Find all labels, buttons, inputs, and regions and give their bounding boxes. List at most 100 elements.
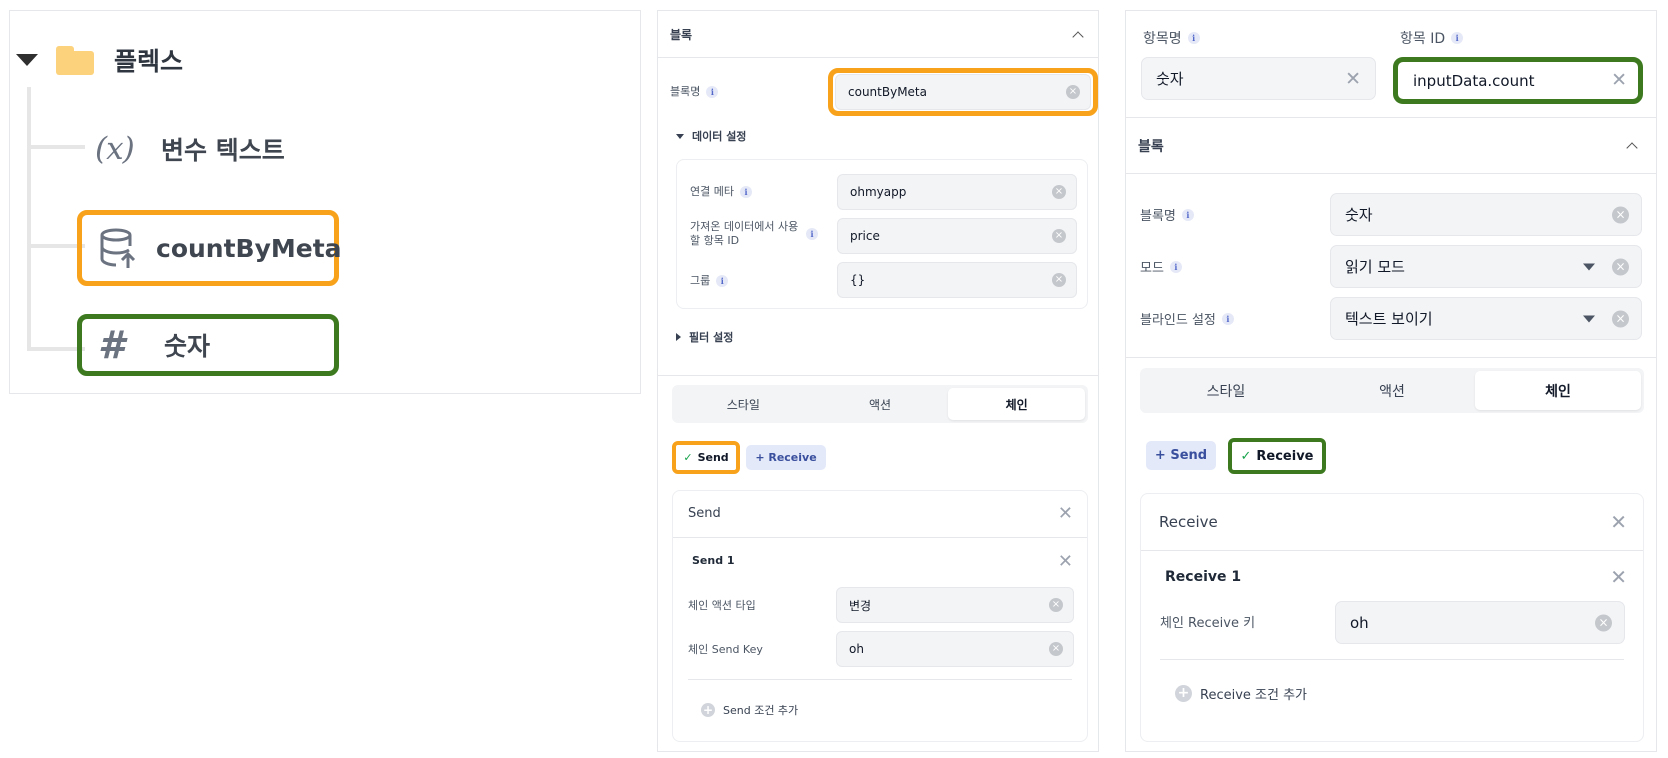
tab-bar: 스타일 액션 체인 (1140, 368, 1644, 413)
folder-icon (56, 45, 94, 75)
section-title: 블록 (670, 27, 693, 42)
caret-down-icon[interactable] (1583, 263, 1595, 270)
plus-circle-icon: + (1175, 685, 1192, 702)
close-icon[interactable]: ✕ (1058, 505, 1073, 523)
tree-item-label: 숫자 (164, 332, 211, 361)
chain-receive-key-label: 체인 Receive 키 (1160, 616, 1256, 631)
clear-icon[interactable]: × (1066, 85, 1080, 99)
receive1-title: Receive 1 (1165, 569, 1242, 585)
info-icon: i (1169, 260, 1182, 273)
item-id-label: 항목 ID i (1400, 28, 1464, 48)
close-icon[interactable]: ✕ (1610, 512, 1627, 532)
linked-meta-label: 연결 메타 i (690, 185, 752, 199)
item-name-input[interactable]: 숫자 ✕ (1141, 57, 1376, 100)
tab-action[interactable]: 액션 (1309, 371, 1475, 410)
caret-down-icon[interactable] (16, 54, 38, 66)
linked-meta-input[interactable]: ohmyapp × (837, 174, 1077, 210)
mode-label: 모드 i (1140, 257, 1182, 276)
block-section-header[interactable]: 블록 (658, 11, 1098, 58)
send-chip[interactable]: ✓ Send (676, 445, 736, 470)
divider (1141, 550, 1643, 551)
data-settings-toggle[interactable]: 데이터 설정 (676, 128, 746, 144)
chevron-up-icon[interactable] (1626, 142, 1638, 154)
close-icon[interactable]: ✕ (1611, 71, 1627, 90)
info-icon: i (806, 228, 818, 240)
blind-setting-label: 블라인드 설정 i (1140, 309, 1234, 328)
tree-connector (27, 145, 85, 149)
group-input[interactable]: {} × (837, 262, 1077, 298)
chain-receive-key-input[interactable]: oh × (1335, 601, 1625, 644)
clear-icon[interactable]: × (1612, 258, 1629, 275)
divider (1126, 357, 1656, 358)
divider (673, 537, 1087, 538)
chevron-up-icon[interactable] (1072, 31, 1084, 43)
block-section-header[interactable]: 블록 (1126, 118, 1656, 174)
tree-connector (27, 87, 31, 349)
tree-item-variable-text[interactable]: (x) 변수 텍스트 (95, 119, 285, 179)
field-id-input[interactable]: price × (837, 218, 1077, 254)
add-send-chip[interactable]: + Send (1146, 441, 1216, 470)
info-icon: i (716, 275, 729, 287)
clear-icon[interactable]: × (1052, 185, 1066, 199)
clear-icon[interactable]: × (1049, 642, 1063, 656)
close-icon[interactable]: ✕ (1345, 70, 1361, 89)
tab-action[interactable]: 액션 (812, 388, 949, 420)
block-name-label: 블록명 i (670, 85, 719, 99)
hash-icon: # (98, 323, 125, 367)
send-card: Send ✕ Send 1 ✕ 체인 액션 타입 변경 × 체인 Send Key… (672, 490, 1088, 742)
block-name-input[interactable]: 숫자 × (1330, 193, 1642, 236)
group-label: 그룹 i (690, 274, 729, 288)
tree-item-countbymeta[interactable]: countByMeta (98, 218, 342, 278)
clear-icon[interactable]: × (1612, 310, 1629, 327)
close-icon[interactable]: ✕ (1058, 553, 1073, 571)
blind-setting-select[interactable]: 텍스트 보이기 × (1330, 297, 1642, 340)
info-icon: i (739, 186, 752, 198)
chain-send-key-input[interactable]: oh × (836, 631, 1074, 667)
receive-chip[interactable]: ✓ Receive (1232, 442, 1322, 470)
send-card-title: Send (688, 506, 721, 521)
tree-item-number[interactable]: # 숫자 (98, 315, 210, 375)
caret-down-icon[interactable] (1583, 315, 1595, 322)
chain-action-type-input[interactable]: 변경 × (836, 587, 1074, 623)
info-icon: i (1187, 32, 1200, 44)
caret-right-icon (676, 333, 681, 341)
close-icon[interactable]: ✕ (1610, 567, 1627, 587)
database-upload-icon (98, 226, 142, 270)
receive-card: Receive ✕ Receive 1 ✕ 체인 Receive 키 oh × +… (1140, 493, 1644, 742)
tab-style[interactable]: 스타일 (675, 388, 812, 420)
divider (688, 679, 1072, 680)
clear-icon[interactable]: × (1049, 598, 1063, 612)
clear-icon[interactable]: × (1595, 614, 1612, 631)
clear-icon[interactable]: × (1052, 273, 1066, 287)
tree-item-label: countByMeta (156, 233, 342, 263)
filter-settings-toggle[interactable]: 필터 설정 (676, 329, 733, 345)
info-icon: i (1181, 208, 1194, 221)
add-send-condition-button[interactable]: + Send 조건 추가 (701, 702, 798, 718)
clear-icon[interactable]: × (1612, 206, 1629, 223)
check-icon: ✓ (1240, 448, 1252, 464)
tab-chain[interactable]: 체인 (948, 388, 1086, 420)
chain-send-key-label: 체인 Send Key (688, 643, 763, 656)
mode-select[interactable]: 읽기 모드 × (1330, 245, 1642, 288)
item-id-input[interactable]: inputData.count ✕ (1399, 62, 1637, 99)
chain-action-type-label: 체인 액션 타입 (688, 599, 756, 612)
block-name-label: 블록명 i (1140, 205, 1194, 224)
add-receive-condition-button[interactable]: + Receive 조건 추가 (1175, 684, 1307, 703)
tab-bar: 스타일 액션 체인 (672, 385, 1088, 423)
tree-root-label: 플렉스 (114, 47, 184, 76)
block-name-input[interactable]: countByMeta × (835, 74, 1091, 110)
receive-card-title: Receive (1159, 513, 1218, 531)
clear-icon[interactable]: × (1052, 229, 1066, 243)
add-receive-chip[interactable]: + Receive (746, 445, 826, 470)
info-icon: i (706, 86, 719, 98)
info-icon: i (1221, 312, 1234, 325)
tab-style[interactable]: 스타일 (1143, 371, 1309, 410)
variable-icon: (x) (95, 131, 135, 167)
tree-item-label: 변수 텍스트 (161, 136, 285, 165)
caret-down-icon (676, 133, 684, 139)
divider (1160, 659, 1624, 660)
item-name-label: 항목명 i (1143, 28, 1200, 48)
tab-chain[interactable]: 체인 (1475, 371, 1641, 410)
section-title: 블록 (1138, 138, 1164, 155)
tree-root-flex[interactable]: 플렉스 (16, 35, 183, 85)
